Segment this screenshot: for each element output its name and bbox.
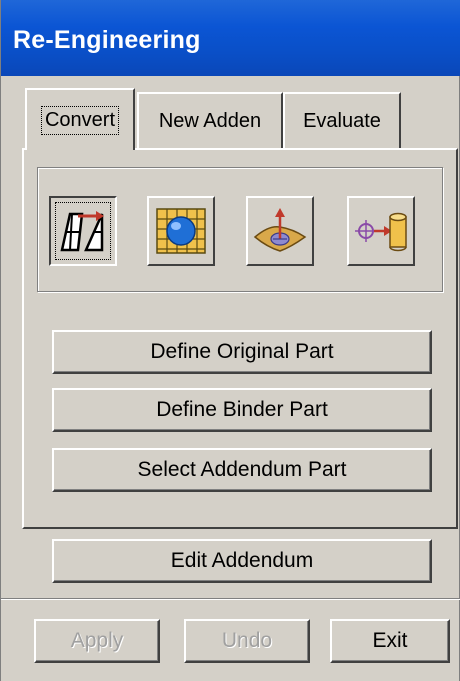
define-binder-part-label: Define Binder Part — [156, 398, 328, 421]
tab-new-adden[interactable]: New Adden — [137, 92, 283, 148]
exit-label: Exit — [372, 629, 408, 652]
tab-convert-label: Convert — [40, 105, 120, 135]
quad-transform-button[interactable] — [49, 196, 117, 266]
point-cylinder-button[interactable] — [347, 196, 415, 266]
tab-evaluate-label: Evaluate — [303, 109, 381, 132]
undo-label: Undo — [221, 629, 273, 652]
define-binder-part-button[interactable]: Define Binder Part — [52, 388, 432, 432]
focus-indicator — [55, 202, 111, 260]
select-addendum-part-label: Select Addendum Part — [137, 458, 347, 481]
tab-evaluate[interactable]: Evaluate — [283, 92, 401, 148]
tab-new-adden-label: New Adden — [158, 109, 262, 132]
surface-grid-button[interactable] — [147, 196, 215, 266]
edit-addendum-label: Edit Addendum — [170, 549, 314, 572]
surface-grid-sphere-icon — [156, 208, 206, 254]
define-original-part-label: Define Original Part — [150, 340, 334, 363]
select-addendum-part-button[interactable]: Select Addendum Part — [52, 448, 432, 492]
exit-button[interactable]: Exit — [330, 619, 450, 663]
define-original-part-button[interactable]: Define Original Part — [52, 330, 432, 374]
undo-button[interactable]: Undo — [184, 619, 310, 663]
title-bar[interactable]: Re-Engineering — [1, 0, 460, 76]
tab-convert[interactable]: Convert — [25, 88, 135, 150]
window-title: Re-Engineering — [13, 26, 201, 54]
point-to-cylinder-icon — [355, 212, 407, 252]
surface-normal-icon — [253, 208, 307, 252]
re-engineering-window: Re-Engineering Convert New Adden Evaluat… — [0, 0, 460, 681]
apply-label: Apply — [70, 629, 124, 652]
footer-divider — [1, 598, 460, 600]
edit-addendum-button[interactable]: Edit Addendum — [52, 539, 432, 583]
apply-button[interactable]: Apply — [34, 619, 160, 663]
surface-normal-button[interactable] — [246, 196, 314, 266]
